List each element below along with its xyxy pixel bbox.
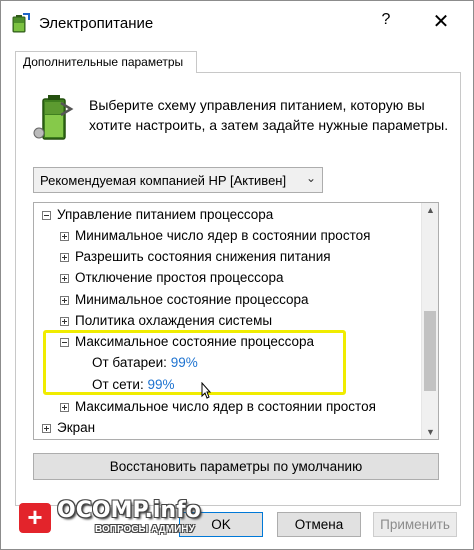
tree-item-display[interactable]: Экран	[42, 417, 95, 439]
help-button[interactable]: ?	[377, 11, 395, 29]
chevron-down-icon: ⌄	[305, 171, 316, 185]
tree-item-allow-throttle-states[interactable]: Разрешить состояния снижения питания	[60, 246, 331, 268]
power-plan-value: Рекомендуемая компанией HP [Активен]	[40, 173, 287, 188]
expand-icon[interactable]	[60, 274, 69, 283]
expand-icon[interactable]	[60, 317, 69, 326]
tree-item-cooling-policy[interactable]: Политика охлаждения системы	[60, 310, 272, 332]
collapse-icon[interactable]	[42, 211, 51, 220]
highlight-frame	[43, 330, 346, 395]
tree-item-disable-idle[interactable]: Отключение простоя процессора	[60, 267, 284, 289]
tree-item-min-processor-state[interactable]: Минимальное состояние процессора	[60, 289, 309, 311]
mouse-cursor-icon	[201, 382, 211, 399]
power-plan-select[interactable]: Рекомендуемая компанией HP [Активен] ⌄	[33, 167, 323, 193]
expand-icon[interactable]	[60, 403, 69, 412]
expand-icon[interactable]	[60, 232, 69, 241]
expand-icon[interactable]	[42, 424, 51, 433]
settings-tree[interactable]: Управление питанием процессора Минимальн…	[33, 202, 439, 440]
window-title: Электропитание	[39, 15, 154, 32]
tab-advanced-settings[interactable]: Дополнительные параметры	[15, 51, 197, 73]
apply-button[interactable]: Применить	[373, 512, 457, 537]
battery-icon	[33, 95, 74, 140]
expand-icon[interactable]	[60, 253, 69, 262]
watermark: + OCOMP.info ВОПРОСЫ АДМИНУ	[15, 497, 205, 539]
tree-item-cpu-power-management[interactable]: Управление питанием процессора	[42, 204, 273, 226]
scroll-down-icon[interactable]: ▼	[422, 427, 438, 437]
close-button[interactable]: ✕	[431, 9, 451, 34]
cancel-button[interactable]: Отмена	[277, 512, 361, 537]
title-bar: Электропитание ? ✕	[1, 1, 473, 41]
tree-scrollbar[interactable]: ▲ ▼	[421, 203, 438, 439]
restore-defaults-button[interactable]: Восстановить параметры по умолчанию	[33, 453, 439, 480]
watermark-brand: OCOMP.info	[57, 498, 201, 523]
watermark-badge: +	[19, 503, 51, 533]
watermark-subtitle: ВОПРОСЫ АДМИНУ	[95, 524, 195, 535]
expand-icon[interactable]	[60, 296, 69, 305]
scroll-thumb[interactable]	[424, 311, 436, 391]
power-options-dialog: Электропитание ? ✕ Дополнительные параме…	[0, 0, 474, 550]
tree-item-max-parked-cores[interactable]: Максимальное число ядер в состоянии прос…	[60, 396, 376, 418]
tree-item-min-parked-cores[interactable]: Минимальное число ядер в состоянии прост…	[60, 225, 370, 247]
power-plan-icon	[12, 13, 30, 33]
intro-text: Выберите схему управления питанием, кото…	[89, 97, 449, 133]
scroll-up-icon[interactable]: ▲	[422, 205, 438, 215]
